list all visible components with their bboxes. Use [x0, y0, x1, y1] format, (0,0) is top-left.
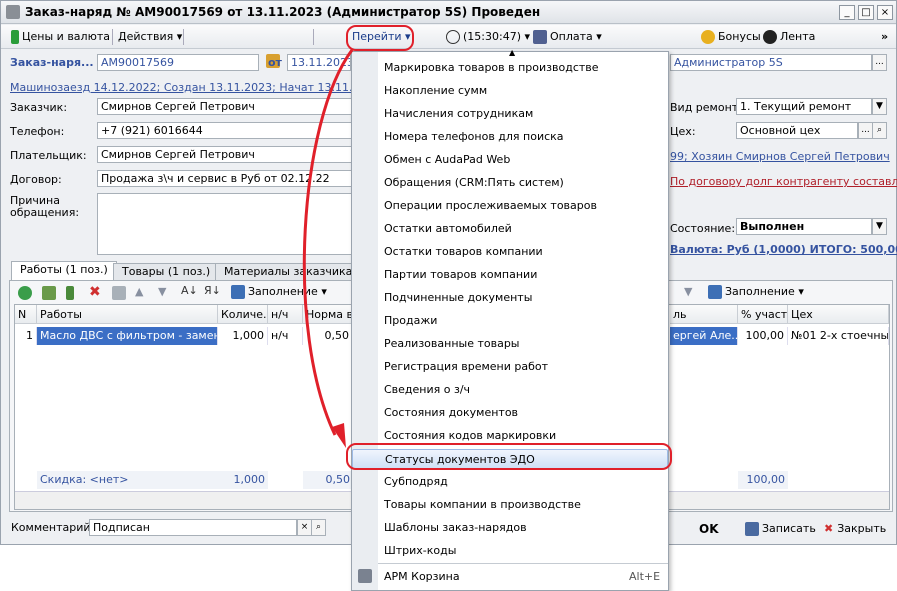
- pointer-arrow: [302, 49, 354, 448]
